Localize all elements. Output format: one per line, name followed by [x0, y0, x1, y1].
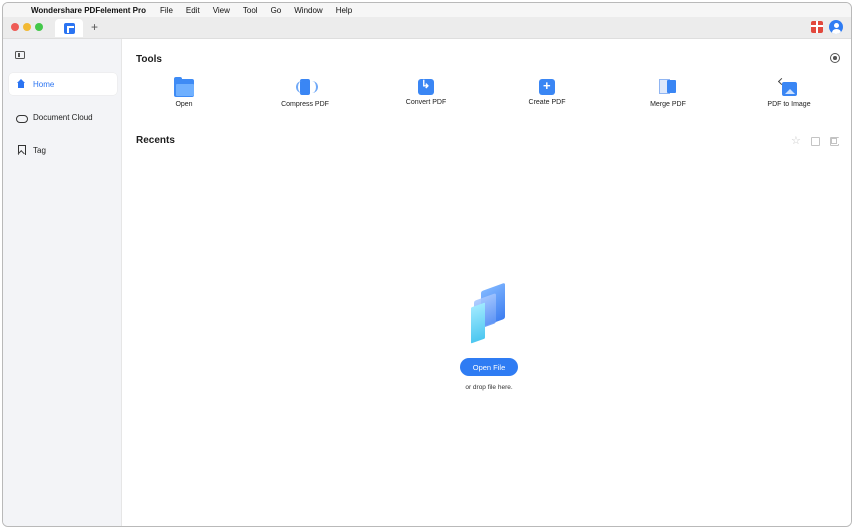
- tool-create-pdf[interactable]: Create PDF: [507, 78, 587, 106]
- compress-pdf-icon: [296, 79, 318, 97]
- minimize-window-button[interactable]: [23, 23, 31, 31]
- close-window-button[interactable]: [11, 23, 19, 31]
- home-icon: [16, 79, 26, 89]
- convert-pdf-icon: [418, 78, 434, 95]
- tool-label: Create PDF: [528, 99, 566, 106]
- list-view-icon[interactable]: [811, 137, 820, 146]
- menubar: Wondershare PDFelement Pro File Edit Vie…: [3, 3, 851, 17]
- sidebar-item-tag[interactable]: Tag: [9, 139, 117, 161]
- tool-label: Convert PDF: [405, 99, 447, 106]
- sidebar-item-label: Home: [33, 79, 55, 89]
- menu-go[interactable]: Go: [271, 6, 282, 15]
- empty-state-illustration: [465, 282, 511, 345]
- menu-tool[interactable]: Tool: [243, 6, 258, 15]
- menu-window[interactable]: Window: [294, 6, 322, 15]
- bookmark-icon: [16, 145, 26, 155]
- merge-pdf-icon: [658, 79, 678, 97]
- app-window: Wondershare PDFelement Pro File Edit Vie…: [2, 2, 852, 527]
- tool-open[interactable]: Open: [144, 77, 224, 108]
- open-file-button[interactable]: Open File: [460, 358, 518, 376]
- pdfelement-logo-icon: [63, 22, 75, 34]
- create-pdf-icon: [539, 78, 555, 95]
- menu-edit[interactable]: Edit: [186, 6, 200, 15]
- sidebar: Home Document Cloud Tag: [3, 39, 122, 526]
- cloud-icon: [16, 112, 28, 123]
- sidebar-item-home[interactable]: Home: [9, 73, 117, 95]
- tool-label: Merge PDF: [650, 101, 686, 108]
- recents-title: Recents: [136, 135, 175, 146]
- menu-help[interactable]: Help: [336, 6, 352, 15]
- sidebar-item-label: Document Cloud: [33, 112, 93, 122]
- menu-app-name[interactable]: Wondershare PDFelement Pro: [31, 6, 146, 15]
- tools-title: Tools: [136, 54, 162, 65]
- grid-view-icon[interactable]: [830, 137, 839, 146]
- recents-view-controls: [791, 134, 839, 147]
- title-bar: +: [3, 17, 851, 39]
- star-icon[interactable]: [791, 134, 801, 147]
- tool-compress-pdf[interactable]: Compress PDF: [265, 79, 345, 108]
- pdf-to-image-icon: [777, 77, 799, 97]
- drop-file-hint: or drop file here.: [465, 384, 513, 391]
- tool-label: Open: [175, 101, 193, 108]
- tool-label: Compress PDF: [281, 101, 329, 108]
- settings-gear-icon[interactable]: [830, 53, 840, 63]
- gift-icon[interactable]: [811, 21, 823, 33]
- sidebar-item-document-cloud[interactable]: Document Cloud: [9, 106, 117, 128]
- zoom-window-button[interactable]: [35, 23, 43, 31]
- new-tab-button[interactable]: +: [91, 20, 98, 34]
- tool-merge-pdf[interactable]: Merge PDF: [628, 79, 708, 108]
- sidebar-toggle-icon[interactable]: [15, 51, 25, 59]
- user-avatar-icon[interactable]: [829, 20, 843, 34]
- tab-home[interactable]: [55, 19, 83, 37]
- main-content: Tools Open Compress PDF Convert PDF Crea…: [122, 39, 851, 526]
- sidebar-item-label: Tag: [33, 145, 46, 155]
- menu-file[interactable]: File: [160, 6, 173, 15]
- tool-label: PDF to Image: [767, 101, 811, 108]
- folder-open-icon: [174, 77, 194, 97]
- menu-view[interactable]: View: [213, 6, 230, 15]
- tool-convert-pdf[interactable]: Convert PDF: [386, 78, 466, 106]
- tool-pdf-to-image[interactable]: PDF to Image: [749, 77, 829, 108]
